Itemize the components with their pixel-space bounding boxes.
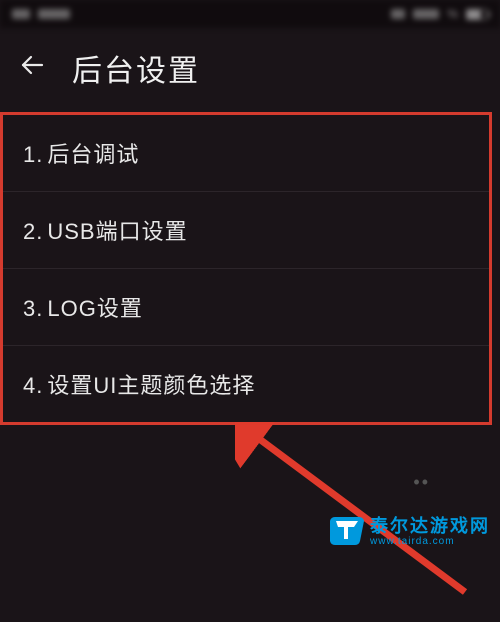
watermark-brand: 泰尔达游戏网 [370, 512, 490, 538]
menu-item-log[interactable]: 3.LOG设置 [3, 269, 489, 346]
watermark: 泰尔达游戏网 www.tairda.com [330, 512, 490, 547]
menu-item-theme[interactable]: 4.设置UI主题颜色选择 [3, 346, 489, 422]
menu-item-label: USB端口设置 [47, 219, 187, 244]
menu-item-label: 设置UI主题颜色选择 [47, 373, 255, 398]
status-bar: % [0, 0, 500, 28]
battery-percent: % [447, 7, 458, 21]
menu-item-label: 后台调试 [47, 142, 139, 167]
menu-item-num: 4. [23, 373, 43, 398]
header: 后台设置 [0, 28, 500, 112]
status-right: % [391, 7, 488, 21]
menu-item-label: LOG设置 [47, 296, 142, 321]
battery-icon [466, 9, 488, 20]
watermark-logo-icon [330, 515, 364, 545]
menu-item-usb[interactable]: 2.USB端口设置 [3, 192, 489, 269]
nav-indicator-icon: •• [413, 472, 430, 493]
menu-item-num: 2. [23, 219, 43, 244]
page-title: 后台设置 [72, 46, 200, 90]
menu-item-debug[interactable]: 1.后台调试 [3, 115, 489, 192]
menu-item-num: 3. [23, 296, 43, 321]
back-arrow-icon[interactable] [20, 53, 44, 84]
watermark-domain: www.tairda.com [370, 536, 490, 547]
status-left [12, 9, 70, 19]
menu-item-num: 1. [23, 142, 43, 167]
menu-list: 1.后台调试 2.USB端口设置 3.LOG设置 4.设置UI主题颜色选择 [0, 112, 492, 425]
